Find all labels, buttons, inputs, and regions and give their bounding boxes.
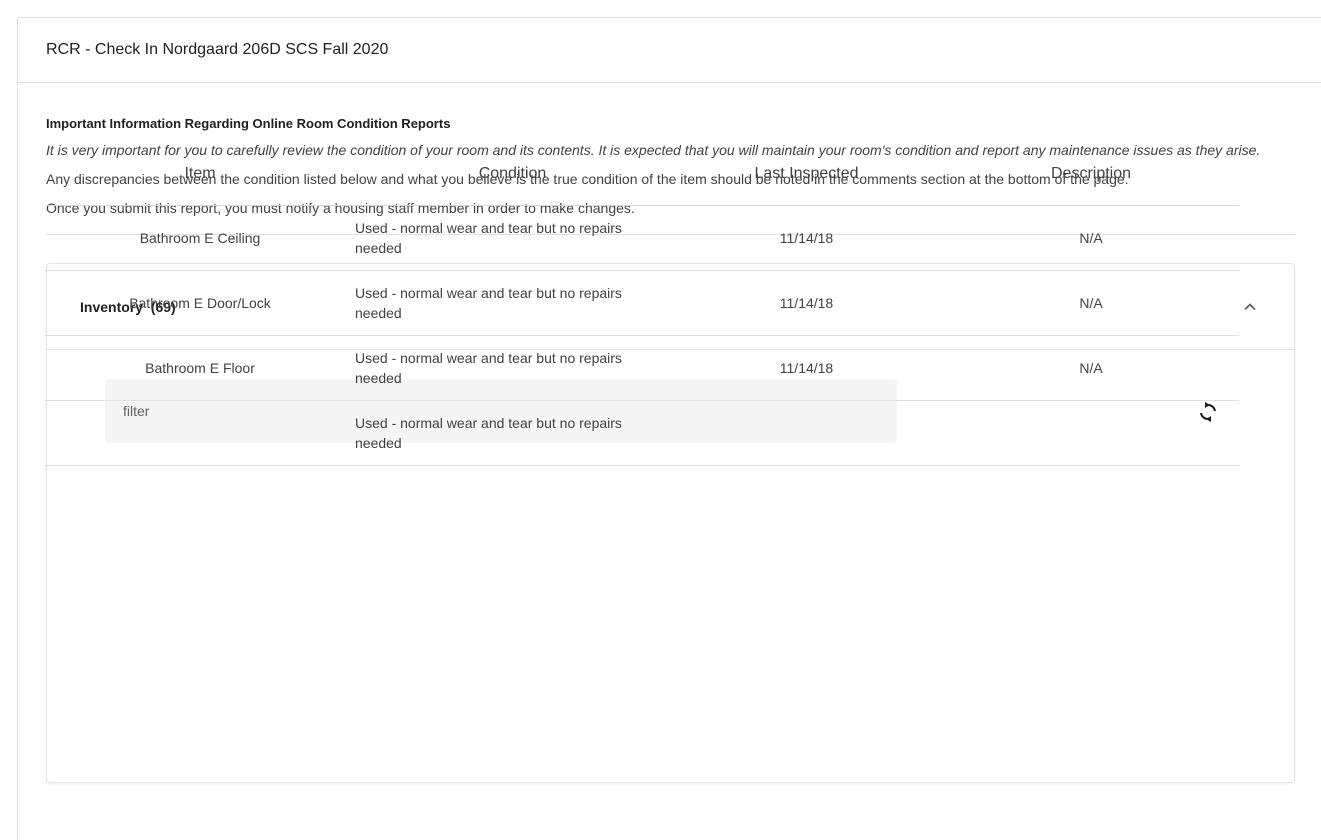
page: RCR - Check In Nordgaard 206D SCS Fall 2… (0, 0, 1321, 840)
cell-item: Bathroom E Floor (45, 335, 355, 401)
cell-item: Bathroom E Ceiling (45, 205, 355, 271)
table-header-row: Item Condition Last Inspected Descriptio… (45, 143, 1239, 206)
cell-description: N/A (943, 270, 1239, 336)
cell-condition: Used - normal wear and tear but no repai… (355, 335, 670, 401)
table-row: Used - normal wear and tear but no repai… (45, 400, 1239, 466)
cell-condition: Used - normal wear and tear but no repai… (355, 400, 670, 466)
cell-last-inspected: 11/14/18 (670, 335, 943, 401)
column-header-item[interactable]: Item (45, 143, 355, 206)
column-header-condition[interactable]: Condition (355, 143, 670, 206)
cell-item (45, 400, 355, 466)
cell-item: Bathroom E Door/Lock (45, 270, 355, 336)
column-header-description[interactable]: Description (943, 143, 1239, 206)
card-title: RCR - Check In Nordgaard 206D SCS Fall 2… (18, 18, 1321, 83)
rcr-card: RCR - Check In Nordgaard 206D SCS Fall 2… (17, 17, 1321, 840)
cell-description: N/A (943, 335, 1239, 401)
table-row: Bathroom E Floor Used - normal wear and … (45, 335, 1239, 401)
cell-last-inspected: 11/14/18 (670, 205, 943, 271)
info-heading: Important Information Regarding Online R… (46, 116, 451, 131)
cell-condition: Used - normal wear and tear but no repai… (355, 205, 670, 271)
inventory-panel: Inventory (69) filter Item Condition Las… (45, 143, 1295, 783)
cell-last-inspected: 11/14/18 (670, 270, 943, 336)
table-row: Bathroom E Door/Lock Used - normal wear … (45, 270, 1239, 336)
cell-last-inspected (670, 400, 943, 466)
cell-description (943, 400, 1239, 466)
cell-condition: Used - normal wear and tear but no repai… (355, 270, 670, 336)
card-content: Important Information Regarding Online R… (18, 83, 1321, 783)
column-header-last-inspected[interactable]: Last Inspected (670, 143, 943, 206)
cell-description: N/A (943, 205, 1239, 271)
inventory-table: Item Condition Last Inspected Descriptio… (45, 143, 1239, 466)
chevron-up-icon[interactable] (1239, 296, 1261, 318)
table-row: Bathroom E Ceiling Used - normal wear an… (45, 205, 1239, 271)
